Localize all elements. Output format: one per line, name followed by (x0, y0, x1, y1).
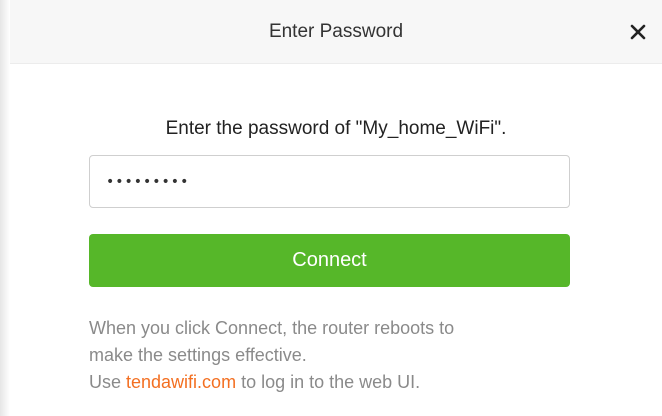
note-line-1: When you click Connect, the router reboo… (89, 318, 455, 338)
close-icon (630, 24, 646, 40)
connect-button[interactable]: Connect (89, 234, 570, 287)
password-dialog: Enter Password Enter the password of "My… (0, 0, 662, 416)
note-line-3-prefix: Use (89, 372, 127, 392)
tendawifi-link[interactable]: tendawifi.com (126, 372, 236, 392)
dialog-header: Enter Password (10, 0, 662, 64)
close-button[interactable] (624, 18, 652, 46)
connect-note: When you click Connect, the router reboo… (89, 315, 609, 396)
password-prompt: Enter the password of "My_home_WiFi". (165, 118, 507, 139)
dialog-title: Enter Password (268, 21, 404, 42)
note-line-3-suffix: to log in to the web UI. (236, 372, 421, 392)
dialog-edge-shadow (0, 0, 10, 416)
note-line-3: Use tendawifi.com to log in to the web U… (89, 369, 609, 396)
note-line-2: make the settings effective. (89, 345, 307, 365)
password-input[interactable] (89, 155, 570, 208)
